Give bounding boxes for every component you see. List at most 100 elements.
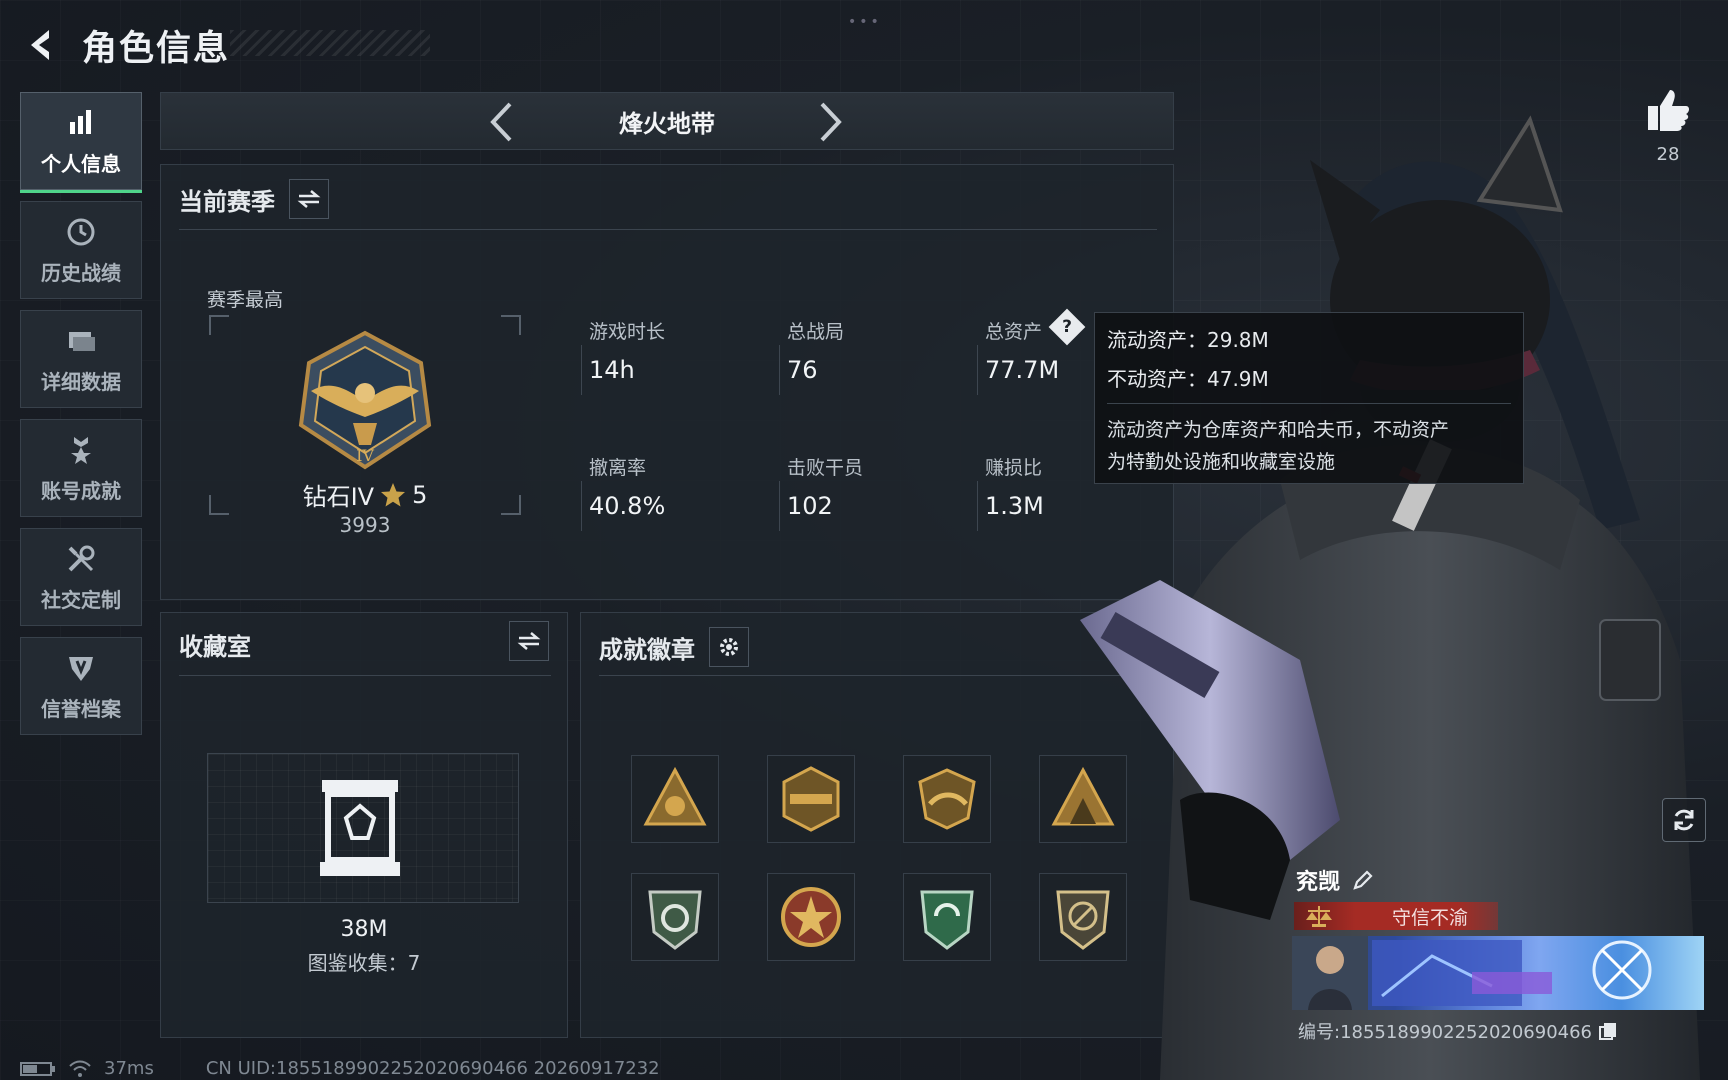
back-arrow-icon [31,30,49,60]
stat-value: 76 [787,356,818,384]
refresh-icon [1674,809,1694,831]
collection-panel-header: 收藏室 [179,627,549,662]
star-medal-badge-icon [781,887,841,947]
stat-label: 撤离率 [589,457,647,479]
crest-badge-icon [918,768,976,830]
scales-icon [1306,906,1332,927]
stat-playtime: 游戏时长 14h [581,317,666,395]
sidebar-item-history[interactable]: 历史战绩 [20,201,142,299]
stat-value: 40.8% [589,492,666,520]
sidebar-item-reputation[interactable]: 信誉档案 [20,637,142,735]
chevron-right-icon [820,102,842,142]
shield-icon [69,656,93,681]
badge-slot[interactable] [767,873,855,961]
player-id-row: 编号:1855189902252020690466 [1298,1018,1618,1044]
stat-label: 击败干员 [787,457,864,479]
tooltip-liquid-assets: 流动资产：29.8M [1107,328,1269,352]
rank-stars: 5 [412,480,428,509]
title-tag[interactable]: 守信不渝 [1294,902,1498,930]
sidebar: 个人信息 历史战绩 详细数据 账号成就 社交定制 信誉档案 [20,92,142,746]
sidebar-item-social[interactable]: 社交定制 [20,528,142,626]
sidebar-item-details[interactable]: 详细数据 [20,310,142,408]
tooltip-description-1: 流动资产为仓库资产和哈夫币，不动资产 [1107,419,1450,441]
title-decoration [230,30,430,56]
divider [1107,403,1511,404]
rank-score: 3993 [339,513,391,537]
like-count: 28 [1656,144,1680,165]
status-bar: 37ms CN UID:1855189902252020690466 20260… [20,1058,660,1079]
display-case-icon [320,780,400,876]
collection-switch-button[interactable] [509,621,549,661]
back-button[interactable] [20,23,64,67]
sidebar-item-profile[interactable]: 个人信息 [20,92,142,193]
badge-slot[interactable] [631,755,719,843]
title-tag-text: 守信不渝 [1392,906,1469,929]
tooltip-description-2: 为特勤处设施和收藏室设施 [1107,451,1336,473]
divider [179,229,1157,230]
sidebar-item-label: 详细数据 [41,369,121,394]
sidebar-item-achievements[interactable]: 账号成就 [20,419,142,517]
like-button[interactable] [1644,86,1692,134]
switch-arrows-icon [297,190,321,208]
ping-value: 37ms [104,1058,154,1079]
wrench-icon [68,545,95,571]
mode-prev-button[interactable] [481,101,521,143]
bar-chart-icon [70,109,91,134]
stat-operators-defeated: 击败干员 102 [779,453,864,531]
badge-slot[interactable] [903,873,991,961]
mode-selector: 烽火地带 [160,92,1174,150]
sidebar-item-label: 信誉档案 [41,696,121,721]
stat-label: 赚损比 [985,457,1043,479]
collection-count: 图鉴收集：7 [307,951,421,975]
mode-next-button[interactable] [811,101,851,143]
season-panel-header: 当前赛季 [179,179,329,219]
svg-text:IV: IV [356,446,374,465]
season-panel: 当前赛季 赛季最高 IV 钻石IV 5 3993 游戏时长 14h 总战局 76… [160,164,1174,600]
copy-icon[interactable] [1598,1021,1618,1041]
star-icon [381,482,406,506]
stat-label: 总战局 [787,321,845,343]
assets-help-icon[interactable]: ? [1048,308,1086,346]
header: 角色信息 [20,18,430,72]
page-title: 角色信息 [82,28,231,69]
recycle-shield-badge-icon [920,890,974,950]
stat-profit-ratio: 赚损比 1.3M [977,453,1044,531]
top-handle: ••• [848,14,882,30]
stat-extraction-rate: 撤离率 40.8% [581,453,666,531]
collection-preview[interactable] [207,753,519,903]
badge-slot[interactable] [767,755,855,843]
sidebar-item-label: 个人信息 [41,151,121,176]
medal-icon [71,436,91,464]
mode-title: 烽火地带 [619,109,715,138]
divider [179,675,551,676]
stat-value: 14h [589,356,635,384]
profile-banner[interactable] [1292,936,1704,1010]
badges-settings-button[interactable] [709,627,749,667]
badge-slot[interactable] [903,755,991,843]
tooltip-fixed-assets: 不动资产：47.9M [1107,367,1269,391]
hexagon-badge-icon [782,766,840,832]
rotate-model-button[interactable] [1662,798,1706,842]
wifi-icon [69,1060,91,1077]
sidebar-item-label: 历史战绩 [41,260,121,285]
stat-value: 102 [787,492,833,520]
stat-total-matches: 总战局 76 [779,317,845,395]
clock-icon [67,218,95,245]
collection-panel-title: 收藏室 [179,633,251,661]
collection-value: 38M [340,917,388,942]
nickname: 兖觊 [1296,870,1341,895]
player-id: 编号:1855189902252020690466 [1298,1022,1593,1043]
edit-pencil-icon[interactable] [1352,869,1374,891]
stat-label: 游戏时长 [589,321,666,343]
season-switch-button[interactable] [289,179,329,219]
badges-panel-header: 成就徽章 [599,627,749,667]
badge-slot[interactable] [631,873,719,961]
switch-arrows-icon [517,632,541,650]
sidebar-item-label: 账号成就 [41,478,121,503]
green-shield-badge-icon [648,890,702,950]
badges-panel-title: 成就徽章 [599,635,695,664]
banner-art [1292,936,1652,1010]
character-model[interactable] [1040,100,1728,1080]
sidebar-item-label: 社交定制 [41,587,121,612]
triangle-badge-icon [643,766,707,826]
